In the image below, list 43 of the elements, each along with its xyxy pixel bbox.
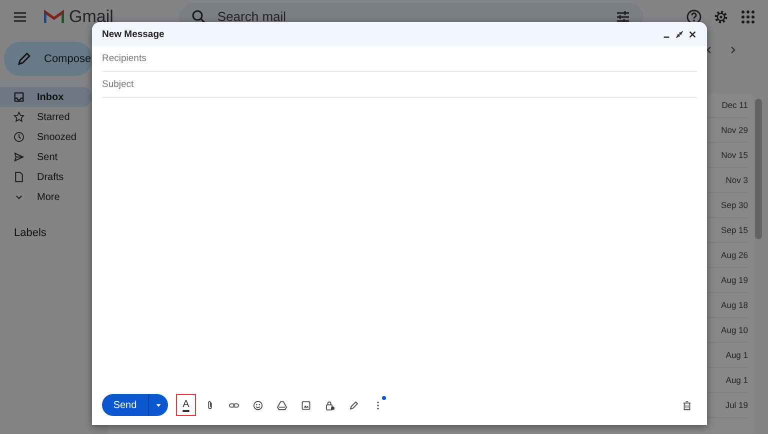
star-icon bbox=[13, 111, 25, 123]
nav-item[interactable]: Sent bbox=[0, 147, 92, 167]
close-icon[interactable] bbox=[688, 30, 697, 38]
chevron-right-icon[interactable] bbox=[728, 45, 738, 55]
filter-icon[interactable] bbox=[615, 8, 632, 24]
nav-item[interactable]: Inbox bbox=[0, 87, 92, 107]
mail-date: Nov 3 bbox=[726, 175, 748, 185]
scrollbar[interactable] bbox=[755, 99, 762, 239]
mail-date: Sep 15 bbox=[721, 225, 748, 235]
mail-date: Nov 15 bbox=[721, 150, 748, 160]
window-title: New Message bbox=[102, 28, 164, 40]
mail-date: Dec 11 bbox=[722, 100, 748, 110]
mail-date: Jul 19 bbox=[725, 400, 748, 410]
nav-item[interactable]: Snoozed bbox=[0, 127, 92, 147]
mail-date: Aug 26 bbox=[721, 250, 748, 260]
mail-date: Aug 1 bbox=[726, 375, 748, 385]
inbox-icon bbox=[13, 91, 25, 103]
mail-logo-icon bbox=[44, 9, 64, 24]
nav-item[interactable]: Drafts bbox=[0, 167, 92, 187]
pencil-icon bbox=[16, 51, 32, 67]
clock-icon bbox=[13, 131, 25, 143]
search-icon[interactable] bbox=[191, 8, 208, 24]
nav-item[interactable]: Starred bbox=[0, 107, 92, 127]
apps-icon[interactable] bbox=[740, 8, 756, 24]
mail-date: Sep 30 bbox=[721, 200, 748, 210]
compose-button[interactable]: Compose bbox=[4, 42, 92, 76]
send-options-button[interactable] bbox=[148, 394, 168, 416]
nav-item[interactable]: More bbox=[0, 187, 92, 207]
labels-heading: Labels bbox=[14, 227, 48, 239]
search-field[interactable]: Search mail bbox=[215, 8, 608, 25]
help-icon[interactable] bbox=[686, 8, 702, 24]
mail-date: Aug 10 bbox=[721, 325, 748, 335]
settings-icon[interactable] bbox=[713, 8, 729, 24]
mail-date: Nov 29 bbox=[721, 125, 748, 135]
mail-date: Aug 18 bbox=[721, 300, 748, 310]
send-button[interactable]: Send bbox=[102, 394, 148, 416]
mail-date: Aug 1 bbox=[726, 350, 748, 360]
send-icon bbox=[13, 151, 25, 163]
formatting-button[interactable]: A bbox=[176, 394, 196, 416]
document-icon bbox=[13, 171, 25, 183]
mail-date: Aug 19 bbox=[721, 275, 748, 285]
exit-full-screen-icon[interactable] bbox=[675, 30, 684, 38]
app-name: Gmail bbox=[69, 6, 114, 26]
